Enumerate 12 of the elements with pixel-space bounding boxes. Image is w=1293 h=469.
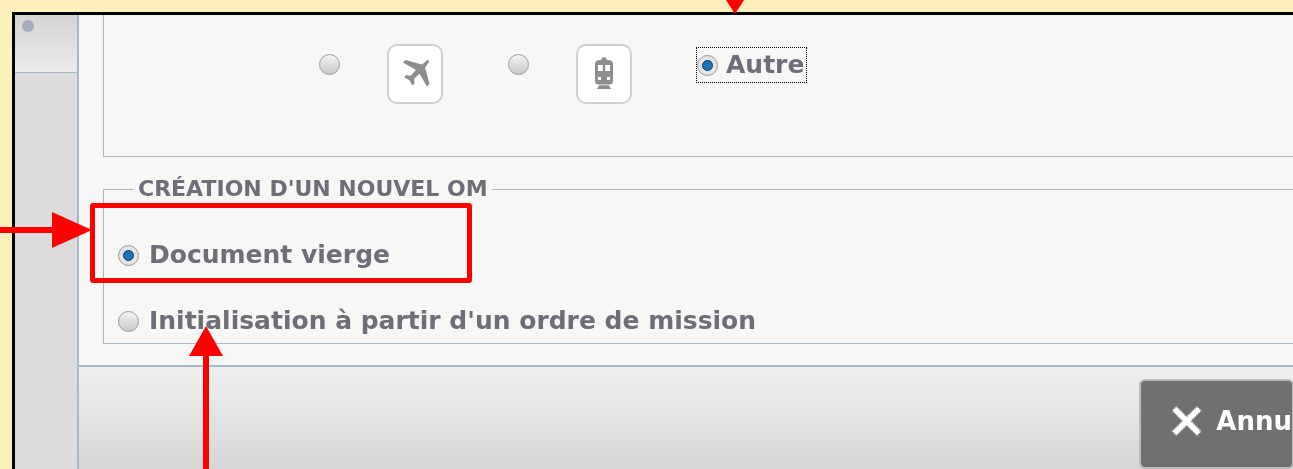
radio-button[interactable] [118,310,139,332]
radio-button[interactable] [118,244,139,266]
group-legend: CRÉATION D'UN NOUVEL OM [134,176,492,202]
radio-label[interactable]: Initialisation à partir d'un ordre de mission [149,306,757,336]
radio-label[interactable]: Document vierge [149,240,390,270]
transport-icon-tile[interactable] [576,44,632,104]
annotation-arrow [726,0,744,14]
radio-button[interactable] [697,55,718,76]
radio-button[interactable] [319,54,340,75]
transport-icon-tile[interactable] [387,44,443,104]
cancel-button[interactable]: Annu [1139,379,1293,469]
radio-button[interactable] [508,54,529,75]
